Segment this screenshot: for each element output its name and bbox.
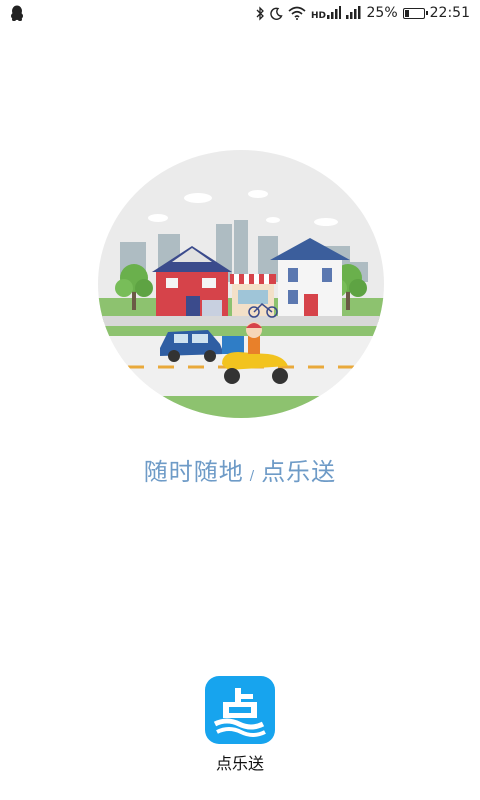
hd-signal-icon: HD [311,6,341,20]
bluetooth-icon [256,5,264,21]
battery-icon [402,7,428,19]
status-left [10,5,24,21]
splash-illustration [98,150,384,418]
battery-fill [404,9,409,17]
battery-percent: 25% [366,5,398,21]
dian-logo-glyph [213,688,266,737]
clock: 22:51 [429,5,470,21]
app-logo-icon [205,676,275,744]
svg-text:HD: HD [311,11,326,20]
status-bar: HD 25% 22:51 [0,0,480,26]
slogan-left: 随时随地 [143,458,244,486]
status-right: HD 25% 22:51 [255,5,470,21]
slogan-separator: / [249,469,256,484]
app-name: 点乐送 [215,754,264,773]
moon-icon [269,7,283,20]
splash-slogan: 随时随地 / 点乐送 [0,452,480,487]
signal-icon [345,6,361,19]
wifi-icon [287,6,306,20]
qq-penguin-icon [11,5,23,21]
slogan-right: 点乐送 [261,458,337,486]
